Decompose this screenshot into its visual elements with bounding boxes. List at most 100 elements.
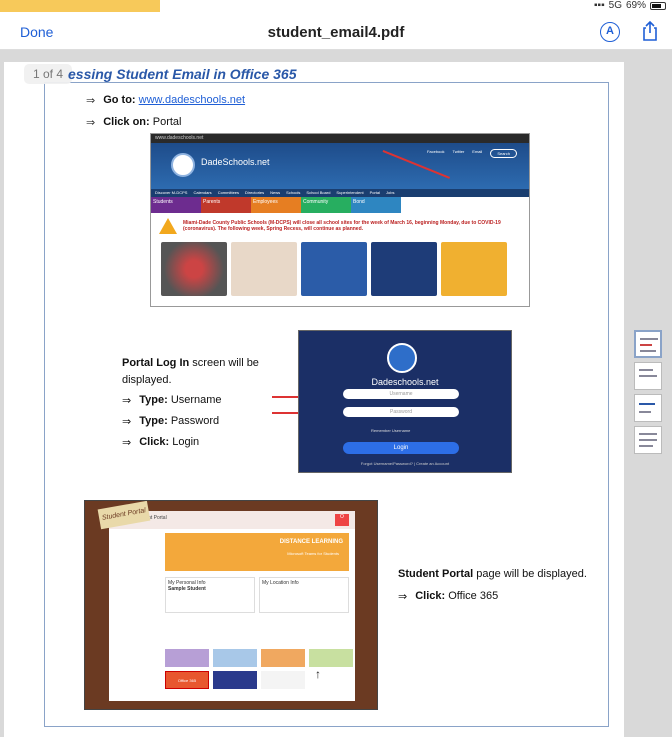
top-navigation: Done student_email4.pdf A xyxy=(0,14,672,50)
location-info-panel: My Location Info xyxy=(259,577,349,613)
password-text: Password xyxy=(170,415,220,427)
location-info-title: My Location Info xyxy=(262,580,299,586)
status-bar: ▪▪▪ 5G 69% xyxy=(0,0,672,14)
step-click-on: ⇒ Click on: Portal xyxy=(86,116,181,129)
portal-login-bold: Portal Log In xyxy=(122,357,190,369)
office-top-icon: O xyxy=(335,514,349,526)
browser-url: www.dadeschools.net xyxy=(151,134,529,143)
markup-icon[interactable]: A xyxy=(600,22,620,42)
distance-learning-banner: DISTANCE LEARNING Microsoft Teams for St… xyxy=(165,533,349,571)
banner-subtitle: Microsoft Teams for Students xyxy=(287,551,339,556)
tile-parents: Parents xyxy=(201,197,251,213)
up-arrow-icon: ↑ xyxy=(315,667,321,681)
personal-info-panel: My Personal Info Sample Student xyxy=(165,577,255,613)
thumbnail-page-4[interactable] xyxy=(634,426,662,454)
app-tile xyxy=(213,649,257,667)
login-password-field: Password xyxy=(343,407,459,417)
click-on-value: Portal xyxy=(152,116,182,128)
no-vape-image xyxy=(371,242,437,296)
covid-alert: Miami-Dade County Public Schools (M-DCPS… xyxy=(151,213,529,239)
battery-icon xyxy=(650,1,666,10)
hiring-image xyxy=(441,242,507,296)
dadeschools-link[interactable]: www.dadeschools.net xyxy=(139,94,245,106)
menu-item: News xyxy=(270,190,281,195)
warning-icon xyxy=(159,218,177,234)
goto-label: Go to: xyxy=(103,94,136,106)
app-tile xyxy=(165,649,209,667)
student-portal-rest: page will be displayed. xyxy=(473,568,587,580)
virus-image xyxy=(161,242,227,296)
arrow-icon: ⇒ xyxy=(122,437,132,449)
menu-item-portal: Portal xyxy=(369,190,381,195)
email-link: Email xyxy=(472,149,483,154)
dadeschools-logo-icon xyxy=(387,343,417,373)
username-text: Username xyxy=(170,394,222,406)
click-label: Click: xyxy=(415,590,446,602)
student-portal-text: Student Portal page will be displayed. xyxy=(398,568,587,580)
page-counter: 1 of 4 xyxy=(24,64,72,84)
step-office365: ⇒ Click: Office 365 xyxy=(398,590,498,603)
tile-students: Students xyxy=(151,197,201,213)
student-laptop-image xyxy=(231,242,297,296)
battery-label: 69% xyxy=(625,0,646,11)
login-title: Dadeschools.net xyxy=(371,377,439,387)
banner-title: DISTANCE LEARNING xyxy=(279,539,343,545)
page-heading: essing Student Email in Office 365 xyxy=(68,66,297,82)
network-label: 5G xyxy=(608,0,622,11)
menu-item: Jobs xyxy=(386,190,395,195)
site-header: DadeSchools.net Facebook Twitter Email S… xyxy=(151,143,529,189)
facebook-link: Facebook xyxy=(426,149,445,154)
tile-employees: Employees xyxy=(251,197,301,213)
step-username: ⇒ Type: Username xyxy=(122,394,222,407)
arrow-icon: ⇒ xyxy=(122,395,132,407)
office365-tile: Office 365 xyxy=(165,671,209,689)
forgot-link: Forgot Username/Password? | Create an Ac… xyxy=(360,461,450,466)
app-tile xyxy=(213,671,257,689)
portal-login-screenshot: Dadeschools.net Username Password Rememb… xyxy=(298,330,512,473)
app-tile xyxy=(309,649,353,667)
status-highlight xyxy=(0,0,160,12)
thumbnail-page-1[interactable] xyxy=(634,330,662,358)
menu-item: Superintendent xyxy=(336,190,364,195)
portal-login-text: Portal Log In screen will be displayed. xyxy=(122,355,272,389)
alert-text: Miami-Dade County Public Schools (M-DCPS… xyxy=(183,220,501,232)
arrow-icon: ⇒ xyxy=(122,416,132,428)
login-text: Login xyxy=(172,436,200,448)
menu-item: School Board xyxy=(306,190,331,195)
app-grid: Office 365 xyxy=(165,649,365,689)
thumbnail-page-3[interactable] xyxy=(634,394,662,422)
thumbnail-page-2[interactable] xyxy=(634,362,662,390)
type-label: Type: xyxy=(139,394,168,406)
site-logo-icon xyxy=(171,153,195,177)
menu-item: Schools xyxy=(286,190,301,195)
student-portal-screenshot: Student Portal O DISTANCE LEARNING Micro… xyxy=(84,500,378,710)
login-learn-image xyxy=(301,242,367,296)
site-menu: Discover M-DCPS Calendars Committees Dir… xyxy=(151,189,529,197)
login-button-image: Login xyxy=(343,442,459,454)
menu-item: Calendars xyxy=(193,190,212,195)
document-title: student_email4.pdf xyxy=(267,24,405,41)
step-login: ⇒ Click: Login xyxy=(122,436,199,449)
type-label: Type: xyxy=(139,415,168,427)
status-indicators: ▪▪▪ 5G 69% xyxy=(594,0,666,11)
office365-text: Office 365 xyxy=(448,590,499,602)
click-on-label: Click on: xyxy=(103,116,150,128)
arrow-icon: ⇒ xyxy=(86,117,96,129)
student-portal-bold: Student Portal xyxy=(398,568,474,580)
dadeschools-screenshot: www.dadeschools.net DadeSchools.net Face… xyxy=(150,133,530,307)
signal-icon: ▪▪▪ xyxy=(594,0,605,11)
info-panels: My Personal Info Sample Student My Locati… xyxy=(165,577,349,613)
step-goto: ⇒ Go to: www.dadeschools.net xyxy=(86,94,245,107)
menu-item: Committees xyxy=(217,190,240,195)
menu-item: Directories xyxy=(245,190,265,195)
page-thumbnails xyxy=(634,330,666,458)
audience-tiles: Students Parents Employees Community Bon… xyxy=(151,197,529,213)
news-images xyxy=(151,239,529,299)
arrow-icon: ⇒ xyxy=(86,95,96,107)
share-icon[interactable] xyxy=(640,20,660,42)
click-label: Click: xyxy=(139,436,170,448)
login-username-field: Username xyxy=(343,389,459,399)
app-tile xyxy=(261,671,305,689)
student-name: Sample Student xyxy=(168,586,206,592)
twitter-link: Twitter xyxy=(452,149,465,154)
